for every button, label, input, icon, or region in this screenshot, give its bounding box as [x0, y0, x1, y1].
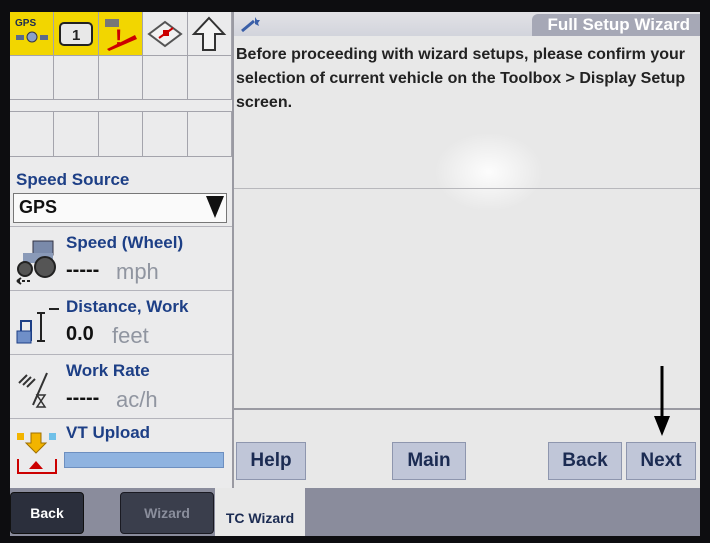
- wizard-panel: Full Setup Wizard Before proceeding with…: [234, 12, 700, 488]
- channel-cell[interactable]: 1: [54, 12, 99, 56]
- scroll-up-cell[interactable]: [187, 12, 233, 56]
- speed-source-label: Speed Source: [16, 170, 130, 189]
- wizard-title: Full Setup Wizard: [531, 14, 700, 36]
- empty-slot[interactable]: [54, 111, 99, 157]
- empty-slot[interactable]: [187, 56, 233, 100]
- back-button[interactable]: Back: [548, 442, 622, 480]
- empty-slot[interactable]: [98, 56, 144, 100]
- wizard-title-bar: Full Setup Wizard: [234, 12, 700, 36]
- tab-back[interactable]: Back: [10, 492, 84, 534]
- tractor-icon: [16, 240, 56, 285]
- empty-icon-row-1: [10, 56, 233, 100]
- screen-glare: [434, 132, 544, 212]
- work-rate-value: -----: [66, 387, 100, 409]
- help-button[interactable]: Help: [236, 442, 306, 480]
- left-panel: GPS 1 ! Speed Source GPS Speed (Wheel) -…: [10, 12, 234, 488]
- content-divider: [234, 188, 700, 189]
- vt-upload-status[interactable]: VT Upload: [10, 418, 232, 488]
- main-button[interactable]: Main: [392, 442, 466, 480]
- empty-slot[interactable]: [143, 56, 188, 100]
- implement-channel-icon: 1: [59, 21, 94, 46]
- display-screen: GPS 1 ! Speed Source GPS Speed (Wheel) -…: [10, 12, 700, 536]
- empty-icon-row-2: [10, 111, 233, 157]
- vt-upload-progress-bar: [64, 452, 224, 468]
- vt-upload-icon: [17, 432, 57, 474]
- wizard-wand-icon: [241, 17, 260, 33]
- distance-title: Distance, Work: [66, 297, 189, 316]
- distance-value: 0.0: [66, 323, 94, 345]
- distance-icon: [16, 308, 59, 344]
- empty-slot[interactable]: [10, 56, 55, 100]
- empty-slot[interactable]: [98, 111, 144, 157]
- button-bar-divider: [234, 408, 700, 410]
- speed-source-dropdown[interactable]: GPS: [13, 193, 227, 223]
- empty-slot[interactable]: [143, 111, 188, 157]
- channel-number: 1: [72, 27, 80, 44]
- arrow-up-icon: [192, 16, 227, 51]
- work-rate-unit: ac/h: [116, 387, 158, 412]
- speed-unit: mph: [116, 259, 159, 284]
- speed-title: Speed (Wheel): [66, 233, 184, 252]
- gps-icon: GPS: [15, 18, 48, 42]
- dropdown-arrow-icon: [206, 196, 224, 218]
- gps-status-cell[interactable]: GPS: [10, 12, 55, 56]
- distance-unit: feet: [112, 323, 149, 348]
- next-button[interactable]: Next: [626, 442, 696, 480]
- speed-source-value: GPS: [19, 197, 58, 217]
- work-rate-readout[interactable]: Work Rate ----- ac/h: [10, 354, 232, 418]
- work-rate-icon: [18, 372, 48, 408]
- gps-label: GPS: [15, 18, 36, 29]
- speed-value: -----: [66, 259, 100, 281]
- alarm-cell[interactable]: !: [98, 12, 144, 56]
- distance-work-readout[interactable]: Distance, Work 0.0 feet: [10, 290, 232, 354]
- display-setup-icon: [147, 20, 183, 47]
- arrow-down-icon: [654, 366, 670, 436]
- empty-slot[interactable]: [10, 111, 55, 157]
- tab-wizard[interactable]: Wizard: [120, 492, 214, 534]
- work-rate-title: Work Rate: [66, 361, 150, 380]
- empty-slot[interactable]: [54, 56, 99, 100]
- wizard-message: Before proceeding with wizard setups, pl…: [236, 46, 686, 111]
- empty-slot[interactable]: [187, 111, 233, 157]
- tab-tc-wizard[interactable]: TC Wizard: [215, 488, 305, 536]
- speed-wheel-readout[interactable]: Speed (Wheel) ----- mph: [10, 226, 232, 290]
- status-icon-row: GPS 1 !: [10, 12, 233, 56]
- vt-upload-title: VT Upload: [66, 423, 151, 442]
- bottom-tab-bar: Back Wizard TC Wizard: [10, 488, 700, 536]
- warning-alarm-icon: !: [104, 18, 137, 51]
- display-setup-cell[interactable]: [143, 12, 188, 56]
